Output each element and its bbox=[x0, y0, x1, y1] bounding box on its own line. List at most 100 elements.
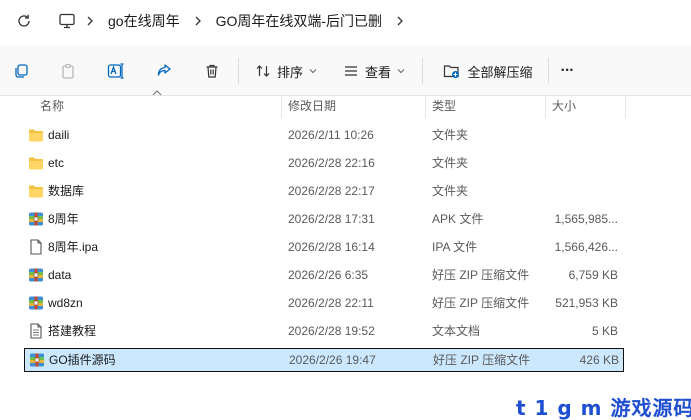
copy-button[interactable] bbox=[8, 58, 34, 84]
more-options-button[interactable]: ··· bbox=[554, 58, 580, 84]
extract-all-label: 全部解压缩 bbox=[467, 64, 533, 80]
computer-icon bbox=[59, 13, 75, 29]
breadcrumb-separator[interactable] bbox=[184, 0, 212, 42]
file-name: 数据库 bbox=[48, 184, 85, 198]
extract-icon bbox=[444, 65, 460, 78]
file-date: 2026/2/28 22:16 bbox=[288, 156, 375, 170]
table-row[interactable]: 搭建教程 2026/2/28 19:52 文本文档 5 KB bbox=[24, 320, 624, 344]
file-name: 搭建教程 bbox=[48, 324, 97, 338]
archive-icon bbox=[28, 211, 44, 227]
column-type[interactable]: 类型 bbox=[432, 96, 456, 118]
file-name: etc bbox=[48, 156, 65, 170]
toolbar-divider bbox=[548, 58, 549, 84]
file-name: data bbox=[48, 268, 72, 282]
file-date: 2026/2/28 22:11 bbox=[288, 296, 374, 310]
archive-icon bbox=[28, 295, 44, 311]
file-type: 文本文档 bbox=[432, 324, 481, 338]
file-type: 文件夹 bbox=[432, 128, 469, 142]
breadcrumb-computer[interactable] bbox=[58, 0, 76, 42]
view-label: 查看 bbox=[364, 64, 391, 80]
paste-button[interactable] bbox=[55, 58, 81, 84]
file-type: 好压 ZIP 压缩文件 bbox=[432, 268, 530, 282]
column-name[interactable]: 名称 bbox=[40, 96, 64, 118]
paste-icon bbox=[62, 63, 74, 79]
file-type: 好压 ZIP 压缩文件 bbox=[433, 353, 531, 367]
table-row[interactable]: GO插件源码 2026/2/26 19:47 好压 ZIP 压缩文件 426 KB bbox=[24, 348, 624, 372]
rename-button[interactable] bbox=[103, 58, 129, 84]
sort-label: 排序 bbox=[276, 64, 303, 80]
chevron-right-icon bbox=[397, 16, 403, 26]
chevron-down-icon bbox=[309, 69, 317, 74]
delete-button[interactable] bbox=[199, 58, 225, 84]
breadcrumb: go在线周年 GO周年在线双端-后门已删 bbox=[58, 0, 414, 42]
file-size: 426 KB bbox=[579, 353, 619, 367]
command-toolbar: 排序 查看 全部解压缩 ··· bbox=[0, 46, 691, 96]
table-row[interactable]: daili 2026/2/11 10:26 文件夹 bbox=[24, 124, 624, 148]
archive-icon bbox=[28, 267, 44, 283]
column-divider[interactable] bbox=[281, 96, 282, 118]
chevron-down-icon bbox=[397, 69, 405, 74]
breadcrumb-item-current[interactable]: GO周年在线双端-后门已删 bbox=[212, 0, 386, 42]
file-size: 5 KB bbox=[591, 324, 618, 338]
view-button[interactable]: 查看 bbox=[338, 58, 410, 84]
table-row[interactable]: 8周年 2026/2/28 17:31 APK 文件 1,565,985... bbox=[24, 208, 624, 232]
more-icon: ··· bbox=[560, 62, 575, 79]
file-icon bbox=[28, 239, 44, 255]
copy-icon bbox=[15, 64, 28, 78]
chevron-right-icon bbox=[87, 16, 93, 26]
watermark: t 1 g m 游戏源码网 bbox=[516, 396, 691, 420]
file-name: daili bbox=[48, 128, 70, 142]
share-button[interactable] bbox=[151, 58, 177, 84]
sort-ascending-icon bbox=[152, 90, 162, 96]
refresh-button[interactable] bbox=[14, 11, 34, 31]
file-size: 1,565,985... bbox=[554, 212, 618, 226]
column-date[interactable]: 修改日期 bbox=[288, 96, 336, 118]
table-row[interactable]: 数据库 2026/2/28 22:17 文件夹 bbox=[24, 180, 624, 204]
view-icon bbox=[344, 66, 357, 76]
file-size: 1,566,426... bbox=[554, 240, 618, 254]
table-row[interactable]: wd8zn 2026/2/28 22:11 好压 ZIP 压缩文件 521,953 K… bbox=[24, 292, 624, 316]
sort-button[interactable]: 排序 bbox=[250, 58, 322, 84]
file-date: 2026/2/26 6:35 bbox=[288, 268, 369, 282]
breadcrumb-label: GO周年在线双端-后门已删 bbox=[215, 13, 383, 29]
table-row[interactable]: etc 2026/2/28 22:16 文件夹 bbox=[24, 152, 624, 176]
file-date: 2026/2/28 22:17 bbox=[288, 184, 375, 198]
toolbar-divider bbox=[422, 58, 423, 84]
table-row[interactable]: data 2026/2/26 6:35 好压 ZIP 压缩文件 6,759 KB bbox=[24, 264, 624, 288]
column-header: 名称 修改日期 类型 大小 bbox=[0, 90, 691, 118]
toolbar-divider bbox=[238, 58, 239, 84]
extract-all-button[interactable]: 全部解压缩 bbox=[436, 58, 540, 84]
file-date: 2026/2/28 19:52 bbox=[288, 324, 375, 338]
file-name: wd8zn bbox=[48, 296, 83, 310]
breadcrumb-separator[interactable] bbox=[76, 0, 104, 42]
table-row[interactable]: 8周年.ipa 2026/2/28 16:14 IPA 文件 1,566,426... bbox=[24, 236, 624, 260]
sort-icon bbox=[256, 65, 270, 77]
chevron-right-icon bbox=[195, 16, 201, 26]
folder-icon bbox=[28, 155, 44, 171]
file-type: 文件夹 bbox=[432, 184, 469, 198]
rename-icon bbox=[107, 63, 124, 79]
file-date: 2026/2/28 16:14 bbox=[288, 240, 375, 254]
file-type: 好压 ZIP 压缩文件 bbox=[432, 296, 530, 310]
folder-icon bbox=[28, 127, 44, 143]
file-type: APK 文件 bbox=[432, 212, 484, 226]
text-file-icon bbox=[28, 323, 44, 339]
file-name: 8周年.ipa bbox=[48, 240, 99, 254]
column-divider[interactable] bbox=[545, 96, 546, 118]
file-name: GO插件源码 bbox=[49, 353, 116, 367]
file-size: 521,953 KB bbox=[555, 296, 618, 310]
folder-icon bbox=[28, 183, 44, 199]
address-bar: go在线周年 GO周年在线双端-后门已删 bbox=[0, 0, 691, 42]
file-type: 文件夹 bbox=[432, 156, 469, 170]
breadcrumb-separator[interactable] bbox=[386, 0, 414, 42]
file-size bbox=[550, 124, 618, 146]
file-date: 2026/2/11 10:26 bbox=[288, 128, 374, 142]
breadcrumb-item-parent[interactable]: go在线周年 bbox=[104, 0, 184, 42]
column-size[interactable]: 大小 bbox=[552, 96, 576, 118]
share-icon bbox=[157, 64, 171, 76]
file-size bbox=[550, 180, 618, 202]
column-divider[interactable] bbox=[425, 96, 426, 118]
file-type: IPA 文件 bbox=[432, 240, 478, 254]
file-name: 8周年 bbox=[48, 212, 79, 226]
column-divider[interactable] bbox=[625, 96, 626, 118]
